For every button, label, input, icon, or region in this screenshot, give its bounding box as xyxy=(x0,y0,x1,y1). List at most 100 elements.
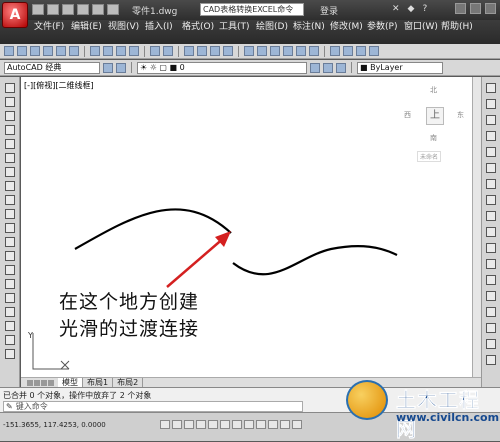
rectangle-icon[interactable] xyxy=(5,139,15,149)
ellipse-icon[interactable] xyxy=(5,209,15,219)
tab-layout1[interactable]: 布局1 xyxy=(83,378,114,387)
close-button[interactable] xyxy=(485,3,496,14)
workspace-settings-icon[interactable] xyxy=(103,62,113,73)
fillet-icon[interactable] xyxy=(486,323,496,333)
properties-icon[interactable] xyxy=(244,46,254,56)
login-link[interactable]: 登录 xyxy=(320,4,338,17)
ortho-mode-button[interactable] xyxy=(196,420,206,429)
drawing-canvas[interactable]: [-][俯视][二维线框] 北 西 上 东 南 未命名 Y 在这个地方创建 光滑… xyxy=(21,77,472,377)
command-input[interactable]: ✎ 键入命令 xyxy=(3,401,303,412)
polyline-icon[interactable] xyxy=(5,111,15,121)
redo-tool-icon[interactable] xyxy=(163,46,173,56)
print-icon[interactable] xyxy=(43,46,53,56)
menu-draw[interactable]: 绘图(D) xyxy=(256,22,293,32)
color-select[interactable]: ■ ByLayer xyxy=(357,61,443,74)
menu-dimension[interactable]: 标注(N) xyxy=(293,22,330,32)
last-tab-arrow-icon[interactable] xyxy=(48,379,54,386)
join-icon[interactable] xyxy=(486,291,496,301)
make-current-icon[interactable] xyxy=(310,62,320,73)
tab-model[interactable]: 模型 xyxy=(58,378,83,387)
zoom-previous-icon[interactable] xyxy=(223,46,233,56)
point-icon[interactable] xyxy=(5,265,15,275)
lineweight-button[interactable] xyxy=(280,420,290,429)
wrench-icon[interactable]: ✎ xyxy=(6,402,13,411)
insert-block-icon[interactable] xyxy=(5,237,15,247)
redo-icon[interactable] xyxy=(107,4,119,15)
trim-icon[interactable] xyxy=(486,227,496,237)
minimize-button[interactable] xyxy=(455,3,466,14)
menu-format[interactable]: 格式(O) xyxy=(182,22,219,32)
array-icon[interactable] xyxy=(486,147,496,157)
new-file-icon[interactable] xyxy=(4,46,14,56)
tab-layout2[interactable]: 布局2 xyxy=(113,378,144,387)
zoom-window-icon[interactable] xyxy=(210,46,220,56)
search-input[interactable]: CAD表格转换EXCEL命令 xyxy=(200,3,304,16)
object-snap-tracking-button[interactable] xyxy=(244,420,254,429)
sheet-set-icon[interactable] xyxy=(283,46,293,56)
vertical-scrollbar[interactable] xyxy=(472,77,481,377)
first-tab-arrow-icon[interactable] xyxy=(27,379,33,386)
construction-line-icon[interactable] xyxy=(5,97,15,107)
save-file-icon[interactable] xyxy=(30,46,40,56)
pan-icon[interactable] xyxy=(184,46,194,56)
scale-icon[interactable] xyxy=(486,195,496,205)
layer-manager-icon[interactable] xyxy=(116,62,126,73)
help-icon[interactable]: ? xyxy=(422,4,427,14)
make-block-icon[interactable] xyxy=(5,251,15,261)
ellipse-arc-icon[interactable] xyxy=(5,223,15,233)
move-icon[interactable] xyxy=(486,163,496,173)
spline-icon[interactable] xyxy=(5,195,15,205)
snap-mode-button[interactable] xyxy=(172,420,182,429)
table-icon[interactable] xyxy=(5,321,15,331)
infer-constraints-button[interactable] xyxy=(160,420,170,429)
calculator-icon[interactable] xyxy=(309,46,319,56)
table-style-icon[interactable] xyxy=(356,46,366,56)
blend-curves-icon[interactable] xyxy=(486,339,496,349)
multileader-style-icon[interactable] xyxy=(369,46,379,56)
copy-icon[interactable] xyxy=(103,46,113,56)
open-icon[interactable] xyxy=(47,4,59,15)
menu-parameter[interactable]: 参数(P) xyxy=(367,22,404,32)
object-snap-button[interactable] xyxy=(220,420,230,429)
workspace-select[interactable]: AutoCAD 经典 xyxy=(4,61,100,74)
arc-icon[interactable] xyxy=(5,153,15,163)
explode-icon[interactable] xyxy=(486,355,496,365)
menu-tools[interactable]: 工具(T) xyxy=(219,22,256,32)
line-icon[interactable] xyxy=(5,83,15,93)
circle-icon[interactable] xyxy=(5,167,15,177)
dynamic-input-button[interactable] xyxy=(268,420,278,429)
3d-object-snap-button[interactable] xyxy=(232,420,242,429)
chamfer-icon[interactable] xyxy=(486,307,496,317)
menu-edit[interactable]: 编辑(E) xyxy=(71,22,108,32)
transparency-button[interactable] xyxy=(292,420,302,429)
publish-icon[interactable] xyxy=(69,46,79,56)
layer-previous-icon[interactable] xyxy=(323,62,333,73)
extend-icon[interactable] xyxy=(486,243,496,253)
menu-file[interactable]: 文件(F) xyxy=(34,22,71,32)
revision-cloud-icon[interactable] xyxy=(5,181,15,191)
dynamic-ucs-button[interactable] xyxy=(256,420,266,429)
paste-icon[interactable] xyxy=(116,46,126,56)
polygon-icon[interactable] xyxy=(5,125,15,135)
stretch-icon[interactable] xyxy=(486,211,496,221)
polar-tracking-button[interactable] xyxy=(208,420,218,429)
copy-object-icon[interactable] xyxy=(486,99,496,109)
menu-help[interactable]: 帮助(H) xyxy=(441,22,478,32)
preview-icon[interactable] xyxy=(56,46,66,56)
undo-tool-icon[interactable] xyxy=(150,46,160,56)
grid-display-button[interactable] xyxy=(184,420,194,429)
new-icon[interactable] xyxy=(32,4,44,15)
dimension-style-icon[interactable] xyxy=(330,46,340,56)
application-menu-button[interactable]: A xyxy=(2,2,28,28)
text-style-icon[interactable] xyxy=(343,46,353,56)
multiline-text-icon[interactable] xyxy=(5,335,15,345)
region-icon[interactable] xyxy=(5,307,15,317)
design-center-icon[interactable] xyxy=(257,46,267,56)
zoom-realtime-icon[interactable] xyxy=(197,46,207,56)
a360-icon[interactable]: ◆ xyxy=(408,4,415,14)
offset-icon[interactable] xyxy=(486,131,496,141)
rotate-icon[interactable] xyxy=(486,179,496,189)
layer-states-icon[interactable] xyxy=(336,62,346,73)
tool-palettes-icon[interactable] xyxy=(270,46,280,56)
undo-icon[interactable] xyxy=(92,4,104,15)
